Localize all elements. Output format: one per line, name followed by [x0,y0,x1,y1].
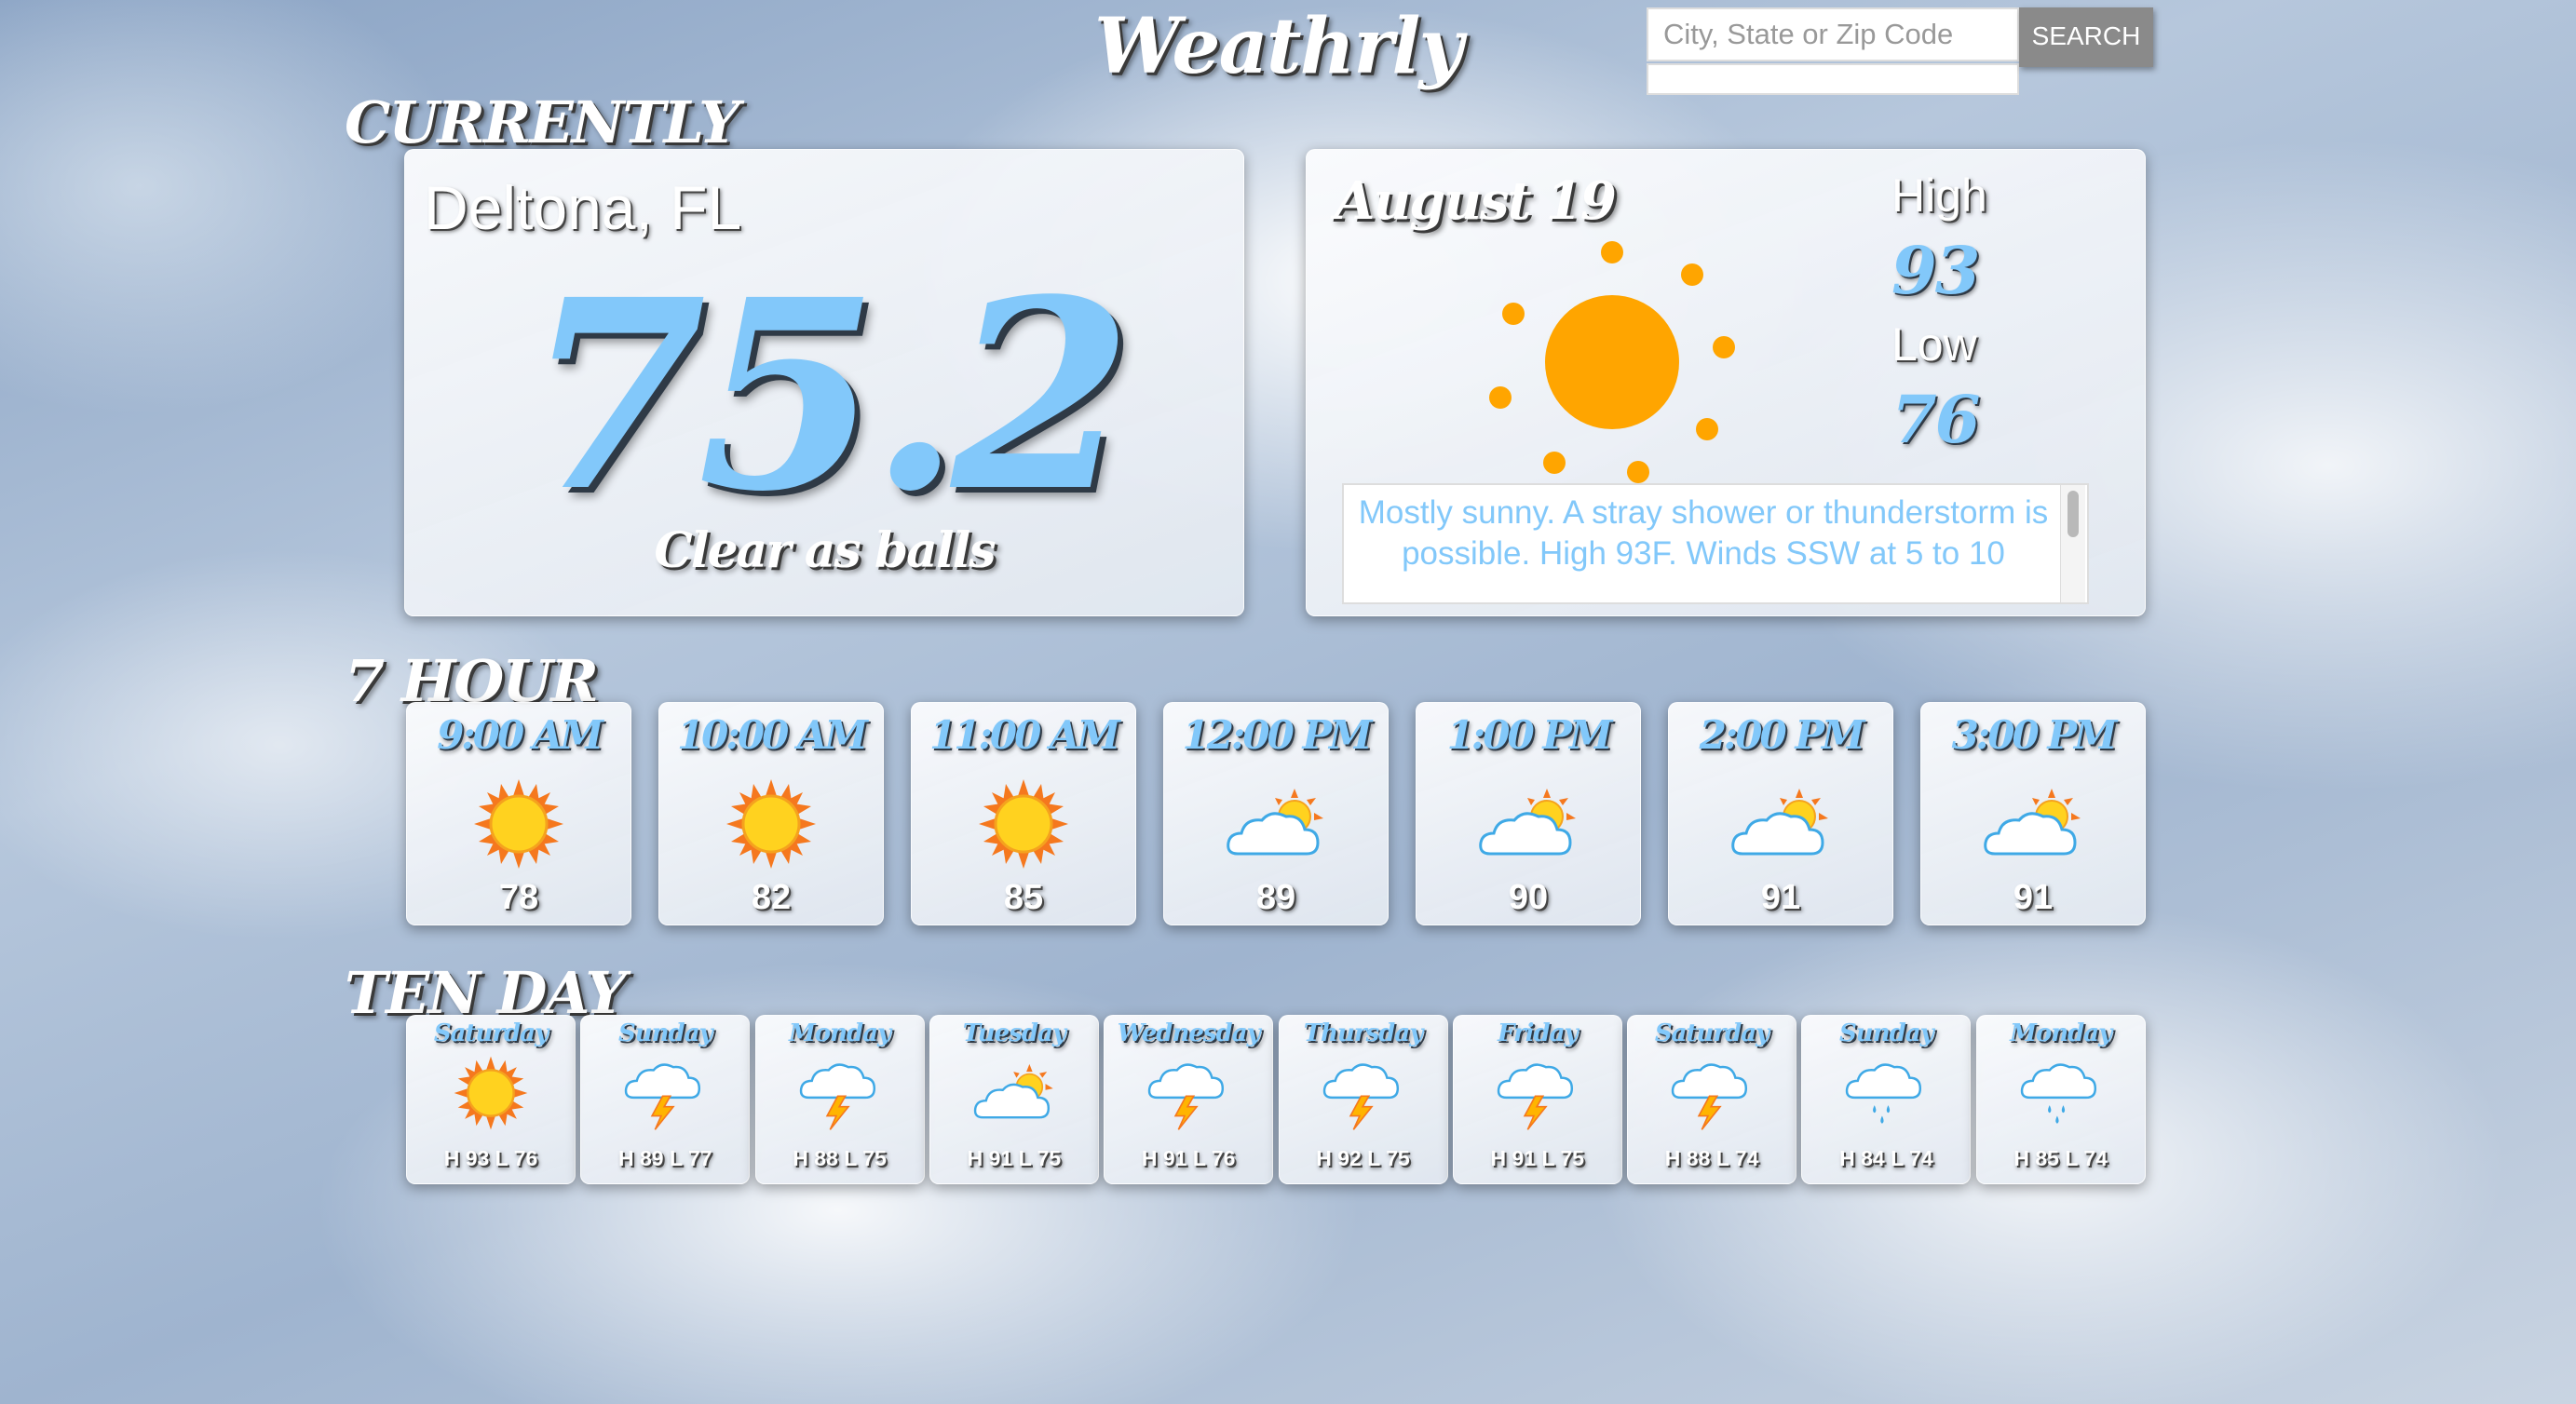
daily-day-name: Sunday [617,1019,713,1047]
daily-high-low: H 93 L 76 [443,1146,538,1170]
hourly-time: 3:00 PM [1951,712,2118,758]
high-temperature: 93 [1891,232,1980,309]
daily-card: Saturday H 93 L 76 [406,1015,576,1184]
hourly-card: 2:00 PM 91 [1668,702,1893,925]
daily-high-low: H 91 L 75 [967,1146,1062,1170]
rain-icon [2019,1055,2103,1136]
daily-day-name: Monday [2010,1019,2112,1047]
section-title-currently: CURRENTLY [345,88,739,156]
hourly-card: 12:00 PM 89 [1163,702,1389,925]
description-scrollbar[interactable] [2060,485,2085,602]
daily-high-low: H 85 L 74 [2013,1146,2108,1170]
current-condition: Clear as balls [654,522,996,579]
forecast-description-text: Mostly sunny. A stray shower or thunders… [1358,494,2049,572]
thunderstorm-icon [1496,1055,1579,1136]
hourly-time: 2:00 PM [1699,712,1865,758]
daily-card: Tuesday H 91 L 75 [929,1015,1099,1184]
hourly-card: 11:00 AM 85 [911,702,1136,925]
daily-card: Sunday H 84 L 74 [1801,1015,1972,1184]
hourly-card: 1:00 PM 90 [1416,702,1641,925]
hourly-temperature: 90 [1508,878,1549,917]
hourly-temperature: 91 [1760,878,1801,917]
search-button[interactable]: SEARCH [2019,7,2153,67]
daily-day-name: Saturday [433,1019,549,1047]
hourly-time: 11:00 AM [929,712,1120,758]
daily-high-low: H 91 L 76 [1141,1146,1236,1170]
thunderstorm-icon [1322,1055,1405,1136]
daily-day-name: Saturday [1654,1019,1769,1047]
daily-day-name: Monday [789,1019,891,1047]
daily-high-low: H 92 L 75 [1316,1146,1410,1170]
hourly-temperature: 78 [498,878,539,917]
daily-card: Thursday H 92 L 75 [1278,1015,1448,1184]
daily-card: Saturday H 88 L 74 [1627,1015,1797,1184]
search-input[interactable]: City, State or Zip Code [1647,7,2019,61]
hourly-temperature: 89 [1255,878,1296,917]
sun-icon [972,777,1075,875]
scrollbar-thumb[interactable] [2068,491,2079,537]
forecast-description[interactable]: Mostly sunny. A stray shower or thunders… [1342,483,2089,604]
hourly-time: 12:00 PM [1182,712,1372,758]
search-suggestions-dropdown[interactable] [1647,63,2019,95]
partly-cloudy-icon [1729,777,1832,875]
today-date: August 19 [1335,170,1617,232]
daily-high-low: H 91 L 75 [1490,1146,1585,1170]
low-label: Low [1891,318,1977,371]
app-logo: Weathrly [1094,2,1463,91]
hourly-time: 9:00 AM [437,712,603,758]
hourly-card: 3:00 PM 91 [1920,702,2146,925]
daily-day-name: Tuesday [962,1019,1066,1047]
daily-day-name: Thursday [1303,1019,1424,1047]
hourly-card: 10:00 AM 82 [658,702,884,925]
partly-cloudy-icon [972,1055,1056,1136]
sun-icon [1474,234,1744,490]
hourly-card: 9:00 AM 78 [406,702,631,925]
rain-icon [1844,1055,1928,1136]
today-forecast-card: August 19 High 93 Low 76 Mostly sunny. A… [1306,149,2146,616]
current-location: Deltona, FL [424,173,742,242]
low-temperature: 76 [1891,381,1980,458]
thunderstorm-icon [1146,1055,1230,1136]
current-temperature: 75.2 [525,243,1132,549]
daily-card: Wednesday H 91 L 76 [1104,1015,1274,1184]
thunderstorm-icon [798,1055,882,1136]
thunderstorm-icon [623,1055,707,1136]
daily-high-low: H 88 L 75 [793,1146,887,1170]
thunderstorm-icon [1670,1055,1754,1136]
daily-card: Monday H 85 L 74 [1975,1015,2146,1184]
daily-day-name: Wednesday [1117,1019,1261,1047]
hourly-time: 10:00 AM [676,712,868,758]
hourly-temperature: 91 [2013,878,2054,917]
daily-card: Monday H 88 L 75 [754,1015,925,1184]
sun-icon [449,1055,533,1136]
sun-icon [468,777,570,875]
hourly-temperature: 85 [1003,878,1044,917]
high-label: High [1891,169,1987,222]
partly-cloudy-icon [1982,777,2084,875]
daily-high-low: H 88 L 74 [1664,1146,1759,1170]
daily-high-low: H 89 L 77 [618,1146,712,1170]
sun-icon [720,777,822,875]
daily-card: Sunday H 89 L 77 [580,1015,751,1184]
hourly-time: 1:00 PM [1446,712,1613,758]
partly-cloudy-icon [1477,777,1579,875]
hourly-temperature: 82 [751,878,792,917]
daily-high-low: H 84 L 74 [1839,1146,1933,1170]
current-weather-card: Deltona, FL 75.2 Clear as balls [404,149,1244,616]
daily-card: Friday H 91 L 75 [1452,1015,1622,1184]
daily-day-name: Sunday [1839,1019,1934,1047]
partly-cloudy-icon [1225,777,1327,875]
daily-day-name: Friday [1497,1019,1579,1047]
